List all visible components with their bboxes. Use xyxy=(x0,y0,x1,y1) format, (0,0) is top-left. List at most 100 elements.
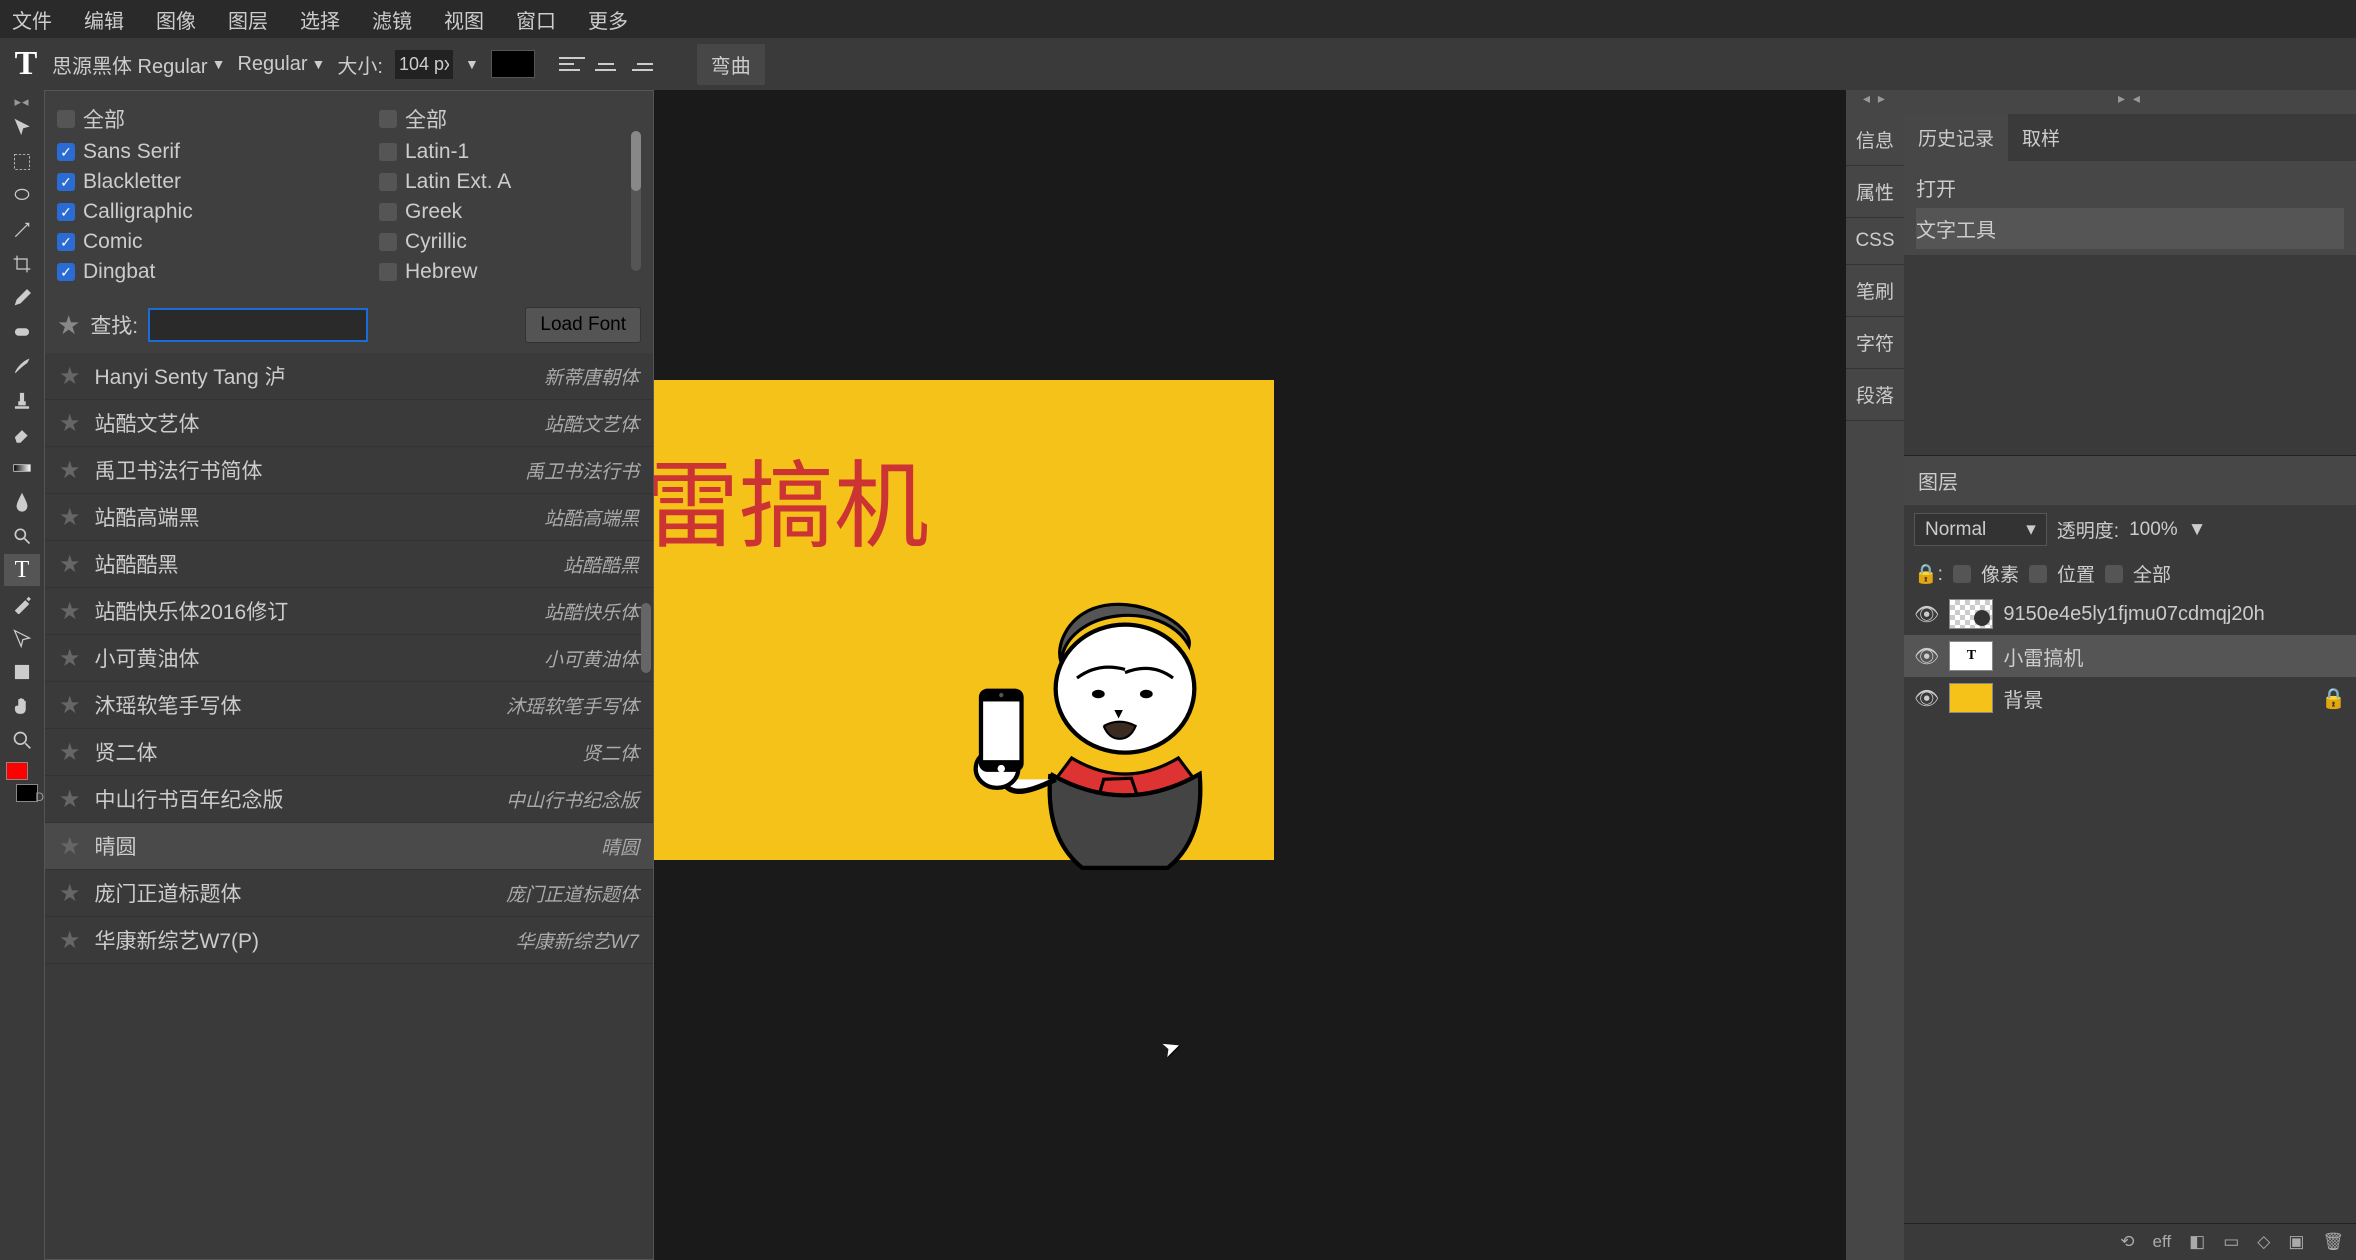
star-icon[interactable]: ★ xyxy=(59,362,81,391)
new-layer-icon[interactable]: ▣ xyxy=(2288,1232,2304,1252)
font-list-item[interactable]: ★贤二体贤二体 xyxy=(45,729,653,776)
delete-layer-icon[interactable]: 🗑 xyxy=(2322,1232,2344,1252)
filter-all-styles[interactable]: 全部 xyxy=(57,101,319,137)
chevron-down-icon[interactable]: ▼ xyxy=(2188,519,2207,541)
filter-greek[interactable]: Greek xyxy=(379,197,641,227)
artboard[interactable]: 雷搞机 xyxy=(654,380,1274,860)
menu-window[interactable]: 窗口 xyxy=(516,5,556,34)
filter-latin-ext[interactable]: Latin Ext. A xyxy=(379,167,641,197)
wand-tool[interactable] xyxy=(4,214,40,246)
pen-tool[interactable] xyxy=(4,588,40,620)
marquee-tool[interactable] xyxy=(4,146,40,178)
gradient-tool[interactable] xyxy=(4,452,40,484)
path-tool[interactable] xyxy=(4,622,40,654)
stamp-tool[interactable] xyxy=(4,384,40,416)
tab-character[interactable]: 字符 xyxy=(1846,317,1904,369)
star-icon[interactable]: ★ xyxy=(59,503,81,532)
canvas-image-layer[interactable] xyxy=(934,550,1284,870)
star-icon[interactable]: ★ xyxy=(59,832,81,861)
blur-tool[interactable] xyxy=(4,486,40,518)
star-icon[interactable]: ★ xyxy=(59,879,81,908)
history-item[interactable]: 文字工具 xyxy=(1916,208,2344,249)
eraser-tool[interactable] xyxy=(4,418,40,450)
layer-thumbnail[interactable] xyxy=(1949,599,1993,629)
warp-text-button[interactable]: 弯曲 xyxy=(697,44,765,85)
filter-cyrillic[interactable]: Cyrillic xyxy=(379,227,641,257)
menu-view[interactable]: 视图 xyxy=(444,5,484,34)
blend-mode-dropdown[interactable]: Normal▾ xyxy=(1914,513,2047,546)
filter-latin1[interactable]: Latin-1 xyxy=(379,137,641,167)
filter-blackletter[interactable]: ✓Blackletter xyxy=(57,167,319,197)
font-list-item[interactable]: ★晴圆晴圆 xyxy=(45,823,653,870)
star-icon[interactable]: ★ xyxy=(59,597,81,626)
align-left-button[interactable] xyxy=(557,52,587,76)
opacity-value[interactable]: 100% xyxy=(2129,519,2178,541)
font-list-item[interactable]: ★小可黄油体小可黄油体 xyxy=(45,635,653,682)
tab-paragraph[interactable]: 段落 xyxy=(1846,369,1904,421)
filter-all-scripts[interactable]: 全部 xyxy=(379,101,641,137)
tab-history[interactable]: 历史记录 xyxy=(1904,114,2008,161)
visibility-icon[interactable]: 👁 xyxy=(1914,602,1939,627)
link-layers-icon[interactable]: ⟲ xyxy=(2120,1232,2134,1252)
menu-more[interactable]: 更多 xyxy=(588,5,628,34)
tab-properties[interactable]: 属性 xyxy=(1846,166,1904,218)
layer-thumbnail[interactable]: T xyxy=(1949,641,1993,671)
star-icon[interactable]: ★ xyxy=(59,456,81,485)
collapse-icon[interactable]: ▸ ◂ xyxy=(1904,90,2356,114)
visibility-icon[interactable]: 👁 xyxy=(1914,644,1939,669)
hand-tool[interactable] xyxy=(4,690,40,722)
new-folder-icon[interactable]: ▭ xyxy=(2223,1232,2239,1252)
lock-all-checkbox[interactable] xyxy=(2105,565,2123,583)
font-list-item[interactable]: ★中山行书百年纪念版中山行书纪念版 xyxy=(45,776,653,823)
text-color-swatch[interactable] xyxy=(491,50,535,78)
font-weight-dropdown[interactable]: Regular▼ xyxy=(237,53,325,76)
chevron-down-icon[interactable]: ▼ xyxy=(465,56,479,72)
font-list-item[interactable]: ★站酷快乐体2016修订站酷快乐体 xyxy=(45,588,653,635)
font-list-item[interactable]: ★沐瑶软笔手写体沐瑶软笔手写体 xyxy=(45,682,653,729)
collapse-icon[interactable]: ▸◂ xyxy=(14,94,29,110)
filter-comic[interactable]: ✓Comic xyxy=(57,227,319,257)
font-list-item[interactable]: ★站酷高端黑站酷高端黑 xyxy=(45,494,653,541)
menu-select[interactable]: 选择 xyxy=(300,5,340,34)
move-tool[interactable] xyxy=(4,112,40,144)
layer-item[interactable]: 👁T小雷搞机 xyxy=(1904,635,2356,677)
mask-icon[interactable]: ◧ xyxy=(2189,1232,2205,1252)
adjustment-icon[interactable]: ◇ xyxy=(2257,1232,2270,1252)
filter-sans-serif[interactable]: ✓Sans Serif xyxy=(57,137,319,167)
star-icon[interactable]: ★ xyxy=(59,409,81,438)
brush-tool[interactable] xyxy=(4,350,40,382)
filter-dingbat[interactable]: ✓Dingbat xyxy=(57,257,319,287)
menu-layer[interactable]: 图层 xyxy=(228,5,268,34)
align-center-button[interactable] xyxy=(591,52,621,76)
align-right-button[interactable] xyxy=(625,52,655,76)
font-list-item[interactable]: ★禹卫书法行书简体禹卫书法行书 xyxy=(45,447,653,494)
font-search-input[interactable] xyxy=(148,308,368,342)
filter-scrollbar[interactable] xyxy=(631,131,641,271)
star-icon[interactable]: ★ xyxy=(59,550,81,579)
layer-thumbnail[interactable] xyxy=(1949,683,1993,713)
collapse-icon[interactable]: ◂ ▸ xyxy=(1846,90,1904,114)
font-list-item[interactable]: ★华康新综艺W7(P)华康新综艺W7 xyxy=(45,917,653,964)
heal-tool[interactable] xyxy=(4,316,40,348)
filter-calligraphic[interactable]: ✓Calligraphic xyxy=(57,197,319,227)
tab-swatches[interactable]: 取样 xyxy=(2008,114,2074,161)
font-list-item[interactable]: ★Hanyi Senty Tang 泸新蒂唐朝体 xyxy=(45,353,653,400)
menu-filter[interactable]: 滤镜 xyxy=(372,5,412,34)
load-font-button[interactable]: Load Font xyxy=(525,307,641,343)
star-icon[interactable]: ★ xyxy=(59,785,81,814)
shape-tool[interactable] xyxy=(4,656,40,688)
tab-css[interactable]: CSS xyxy=(1846,218,1904,265)
menu-file[interactable]: 文件 xyxy=(12,5,52,34)
history-item[interactable]: 打开 xyxy=(1916,167,2344,208)
star-icon[interactable]: ★ xyxy=(59,738,81,767)
lock-pixels-checkbox[interactable] xyxy=(1953,565,1971,583)
canvas-text-layer[interactable]: 雷搞机 xyxy=(654,430,929,567)
lasso-tool[interactable] xyxy=(4,180,40,212)
filter-hebrew[interactable]: Hebrew xyxy=(379,257,641,287)
layer-item[interactable]: 👁9150e4e5ly1fjmu07cdmqj20h xyxy=(1904,593,2356,635)
favorites-star-icon[interactable]: ★ xyxy=(57,310,80,341)
color-swatches[interactable]: D xyxy=(6,762,38,802)
lock-position-checkbox[interactable] xyxy=(2029,565,2047,583)
font-size-input[interactable] xyxy=(395,50,453,79)
foreground-color[interactable] xyxy=(6,762,28,780)
